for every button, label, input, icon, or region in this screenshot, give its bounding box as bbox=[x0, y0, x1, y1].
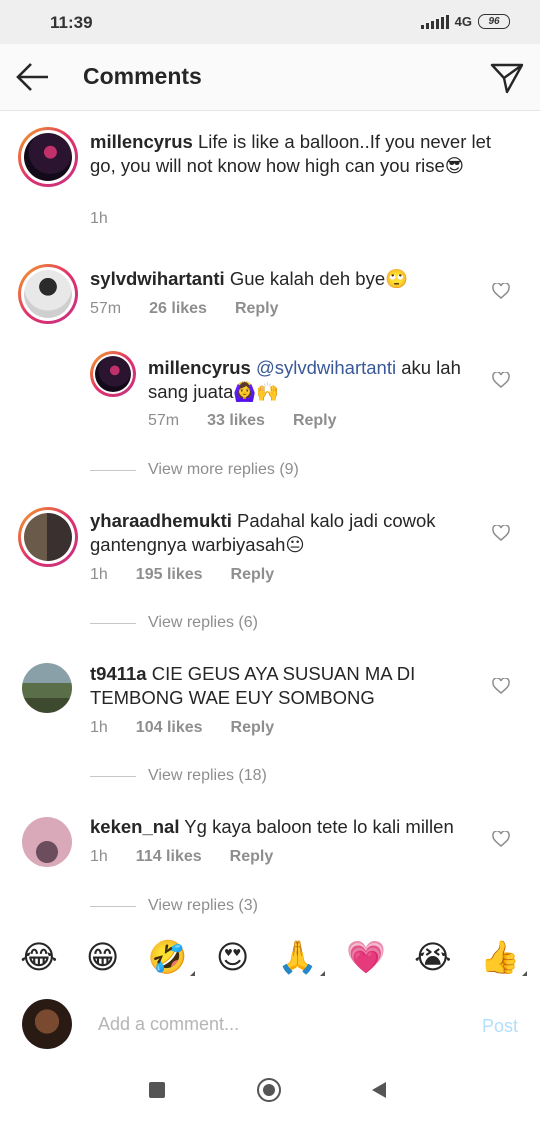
send-icon[interactable] bbox=[490, 61, 524, 95]
comment-avatar[interactable] bbox=[22, 817, 72, 867]
reply-button[interactable]: Reply bbox=[293, 412, 337, 430]
emoji-joy-icon[interactable]: 😂 bbox=[20, 941, 57, 973]
system-nav-bar bbox=[0, 1060, 540, 1123]
comment-input[interactable] bbox=[98, 1014, 428, 1035]
status-bar: 11:39 4G 96 bbox=[0, 0, 540, 44]
comment-text-block: sylvdwihartanti Gue kalah deh bye🙄 bbox=[90, 267, 480, 291]
home-icon[interactable] bbox=[257, 1078, 281, 1102]
reply-button[interactable]: Reply bbox=[231, 719, 275, 737]
heart-icon[interactable] bbox=[492, 525, 510, 541]
comment-text-block: t9411a CIE GEUS AYA SUSUAN MA DI TEMBONG… bbox=[90, 662, 480, 710]
reply-time: 57m bbox=[148, 412, 180, 429]
reply-avatar-ring[interactable] bbox=[90, 351, 136, 397]
avatar bbox=[24, 270, 72, 318]
view-replies[interactable]: View replies (6) bbox=[90, 614, 258, 632]
status-icons: 4G 96 bbox=[420, 14, 510, 29]
reply-text-block: millencyrus @sylvdwihartanti aku lah san… bbox=[148, 356, 478, 404]
battery-icon: 96 bbox=[478, 14, 510, 29]
divider-line bbox=[90, 905, 136, 907]
reply-likes[interactable]: 33 likes bbox=[207, 412, 265, 430]
view-replies-label: View replies (18) bbox=[148, 767, 267, 784]
caption-avatar-ring[interactable] bbox=[18, 127, 78, 187]
view-replies[interactable]: View replies (18) bbox=[90, 767, 267, 785]
comment-likes[interactable]: 114 likes bbox=[136, 848, 202, 866]
divider-line bbox=[90, 775, 136, 777]
reply-username[interactable]: millencyrus bbox=[148, 357, 251, 378]
comment-time: 1h bbox=[90, 566, 108, 583]
emoji-rofl-icon[interactable]: 🤣 bbox=[148, 941, 195, 976]
heart-icon[interactable] bbox=[492, 831, 510, 847]
app-header: Comments bbox=[0, 44, 540, 111]
comment-time: 1h bbox=[90, 848, 108, 865]
comment-meta: 1h 104 likes Reply bbox=[90, 719, 274, 737]
heart-icon[interactable] bbox=[492, 678, 510, 694]
comment-username[interactable]: yharaadhemukti bbox=[90, 510, 232, 531]
comment-text: Gue kalah deh bye🙄 bbox=[229, 268, 409, 289]
nav-back-icon[interactable] bbox=[372, 1082, 386, 1098]
emoji-cry-icon[interactable]: 😭 bbox=[414, 941, 451, 973]
caption-text-block: millencyrus Life is like a balloon..If y… bbox=[90, 130, 510, 178]
comment-username[interactable]: keken_nal bbox=[90, 816, 179, 837]
view-replies-label: View replies (3) bbox=[148, 897, 258, 914]
comment-avatar[interactable] bbox=[22, 663, 72, 713]
comment-time: 57m bbox=[90, 300, 122, 317]
emoji-quick-bar: 😂 😁 🤣 😍 🙏 💗 😭 👍 bbox=[0, 930, 540, 984]
emoji-thumbs-up-icon[interactable]: 👍 bbox=[480, 941, 527, 976]
comment-meta: 57m 26 likes Reply bbox=[90, 300, 279, 318]
comment-avatar-ring[interactable] bbox=[18, 507, 78, 567]
network-label: 4G bbox=[454, 14, 472, 29]
reply-button[interactable]: Reply bbox=[235, 300, 279, 318]
comment-meta: 1h 114 likes Reply bbox=[90, 848, 273, 866]
avatar bbox=[24, 513, 72, 561]
avatar bbox=[24, 133, 72, 181]
comment-composer: Post bbox=[0, 990, 540, 1060]
view-replies[interactable]: View replies (3) bbox=[90, 897, 258, 915]
divider-line bbox=[90, 469, 136, 471]
status-time: 11:39 bbox=[50, 13, 93, 32]
caption-username[interactable]: millencyrus bbox=[90, 131, 193, 152]
reply-mention[interactable]: @sylvdwihartanti bbox=[256, 357, 396, 378]
comment-text-block: yharaadhemukti Padahal kalo jadi cowok g… bbox=[90, 509, 480, 557]
caption-meta: 1h bbox=[90, 210, 108, 228]
emoji-pray-icon[interactable]: 🙏 bbox=[278, 941, 325, 976]
page-title: Comments bbox=[83, 63, 202, 89]
recents-icon[interactable] bbox=[149, 1082, 165, 1098]
avatar bbox=[95, 356, 131, 392]
comment-likes[interactable]: 195 likes bbox=[136, 566, 203, 584]
reply-meta: 57m 33 likes Reply bbox=[148, 412, 337, 430]
post-button[interactable]: Post bbox=[482, 1016, 518, 1037]
view-replies-label: View replies (6) bbox=[148, 614, 258, 631]
view-replies-label: View more replies (9) bbox=[148, 461, 299, 478]
user-avatar bbox=[22, 999, 72, 1049]
comment-likes[interactable]: 26 likes bbox=[149, 300, 207, 318]
reply-button[interactable]: Reply bbox=[230, 848, 274, 866]
comment-username[interactable]: sylvdwihartanti bbox=[90, 268, 225, 289]
emoji-heart-eyes-icon[interactable]: 😍 bbox=[216, 941, 249, 973]
comment-time: 1h bbox=[90, 719, 108, 736]
divider-line bbox=[90, 622, 136, 624]
comment-avatar-ring[interactable] bbox=[18, 264, 78, 324]
emoji-heart-icon[interactable]: 💗 bbox=[346, 941, 386, 973]
view-more-replies[interactable]: View more replies (9) bbox=[90, 461, 299, 479]
comment-meta: 1h 195 likes Reply bbox=[90, 566, 274, 584]
comment-likes[interactable]: 104 likes bbox=[136, 719, 203, 737]
heart-icon[interactable] bbox=[492, 372, 510, 388]
caption-time: 1h bbox=[90, 210, 108, 227]
reply-button[interactable]: Reply bbox=[231, 566, 275, 584]
comment-text-block: keken_nal Yg kaya baloon tete lo kali mi… bbox=[90, 815, 480, 839]
emoji-grin-icon[interactable]: 😁 bbox=[86, 941, 119, 973]
heart-icon[interactable] bbox=[492, 283, 510, 299]
comment-username[interactable]: t9411a bbox=[90, 663, 147, 684]
back-arrow-icon[interactable] bbox=[16, 62, 50, 92]
signal-icon bbox=[420, 14, 449, 29]
comment-text: Yg kaya baloon tete lo kali millen bbox=[184, 816, 454, 837]
